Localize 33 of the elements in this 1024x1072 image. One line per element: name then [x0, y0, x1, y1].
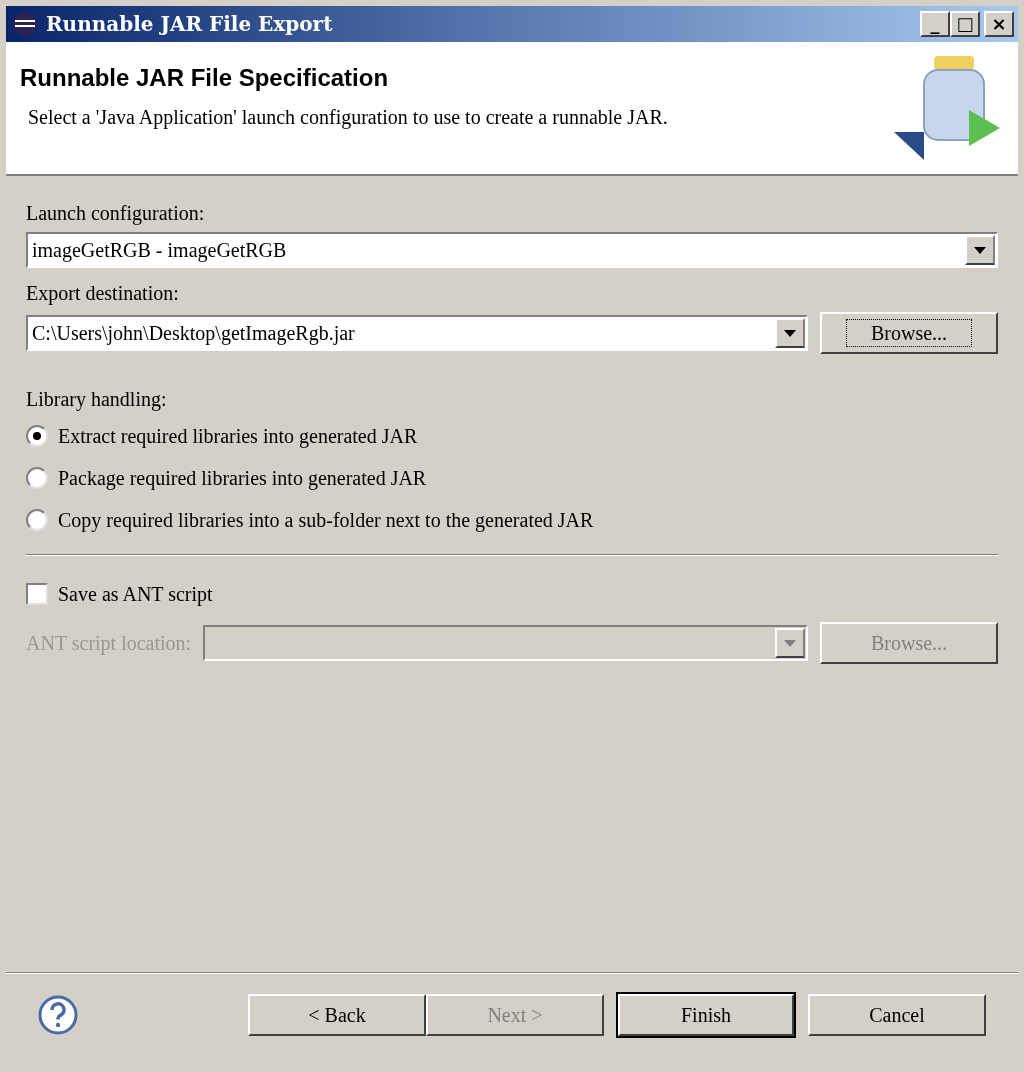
dropdown-arrow-icon [974, 246, 986, 254]
help-icon[interactable] [38, 995, 78, 1035]
page-description: Select a 'Java Application' launch configuration to use to create a runnable JAR. [27, 105, 669, 131]
radio-button[interactable] [26, 467, 48, 489]
field-value: imageGetRGB - imageGetRGB [31, 238, 288, 264]
page-title: Runnable JAR File Specification [20, 63, 390, 93]
launch-configuration-dropdown[interactable]: imageGetRGB - imageGetRGB [26, 232, 998, 268]
field-label: Export destination: [26, 281, 180, 307]
wizard-button[interactable]: < Back [248, 994, 426, 1036]
radio-button[interactable] [26, 509, 48, 531]
wizard-button[interactable]: Finish [618, 994, 794, 1036]
field-label: Launch configuration: [26, 201, 206, 227]
export-destination-combo[interactable]: C:\Users\john\Desktop\getImageRgb.jar [26, 315, 808, 351]
wizard-button[interactable]: Cancel [808, 994, 986, 1036]
radio-label: Copy required libraries into a sub-folder next to the generated JAR [58, 508, 594, 534]
dropdown-arrow-icon [784, 329, 796, 337]
window-title: Runnable JAR File Export [46, 11, 334, 38]
field-value: C:\Users\john\Desktop\getImageRgb.jar [31, 321, 356, 347]
checkbox-label: Save as ANT script [58, 582, 213, 608]
field-label: ANT script location: [26, 631, 192, 657]
radio-label: Extract required libraries into generated JAR [58, 424, 418, 450]
browse-button[interactable]: Browse... [820, 312, 998, 354]
radio-label: Package required libraries into generated JAR [58, 466, 427, 492]
radio-button[interactable] [26, 425, 48, 447]
dropdown-arrow-icon [784, 639, 796, 647]
dropdown-button[interactable] [775, 318, 805, 348]
eclipse-logo-icon [10, 11, 40, 37]
dropdown-button[interactable] [965, 235, 995, 265]
checkbox[interactable] [26, 583, 48, 605]
maximize-button[interactable]: □ [950, 11, 980, 37]
section-label: Library handling: [26, 387, 168, 413]
close-button[interactable]: × [984, 11, 1014, 37]
minimize-button[interactable]: _ [920, 11, 950, 37]
